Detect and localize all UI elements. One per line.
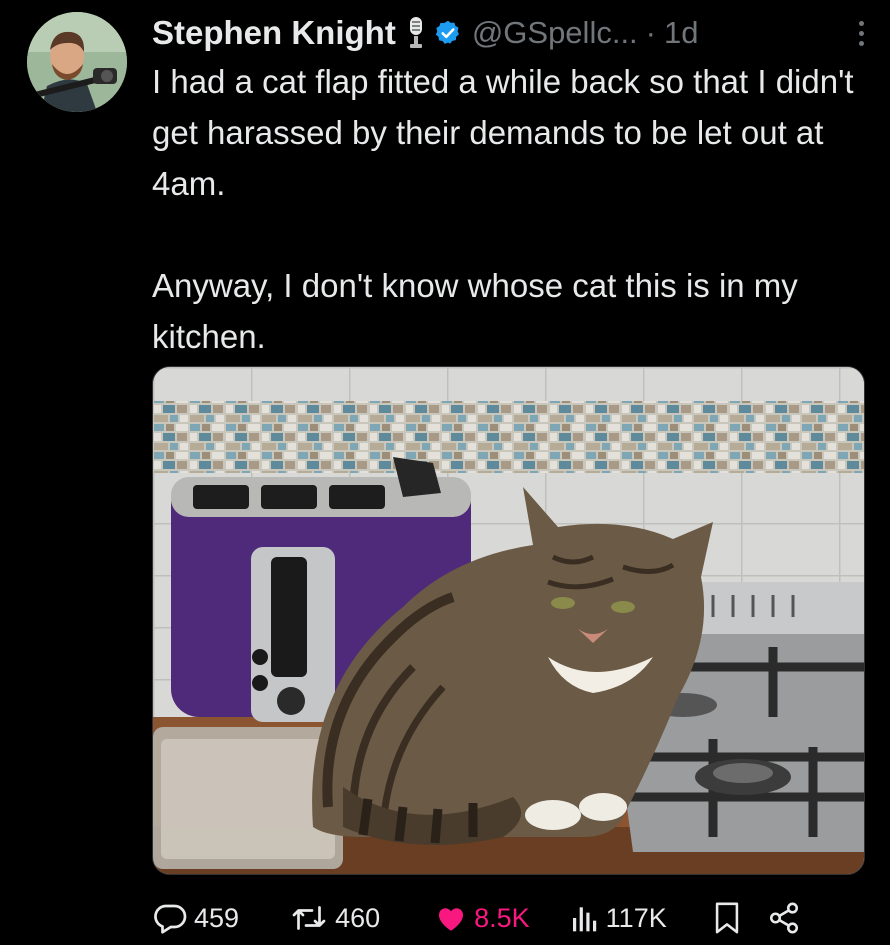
share-button[interactable]	[767, 901, 801, 935]
separator-dot: ·	[645, 15, 656, 50]
tweet-timestamp[interactable]: 1d	[664, 15, 698, 51]
like-count: 8.5K	[474, 902, 530, 933]
tweet-actions: 459 460 8.5K 117K	[152, 893, 852, 943]
author-name[interactable]: Stephen Knight	[152, 14, 396, 52]
more-icon[interactable]	[853, 17, 870, 50]
microphone-icon	[406, 16, 426, 50]
share-icon	[769, 902, 798, 934]
like-button[interactable]: 8.5K	[434, 901, 530, 935]
tweet-photo[interactable]	[152, 366, 865, 875]
views-button[interactable]: 117K	[570, 902, 667, 934]
repost-count: 460	[335, 902, 381, 933]
views-icon	[572, 907, 596, 932]
author-handle[interactable]: @GSpellc...	[472, 15, 638, 51]
reply-button[interactable]: 459	[152, 900, 239, 936]
verified-badge-icon	[434, 19, 462, 47]
reply-count: 459	[194, 902, 240, 933]
tweet-paragraph: Anyway, I don't know whose cat this is i…	[152, 267, 798, 355]
bookmark-button[interactable]	[713, 901, 741, 935]
repost-icon	[292, 906, 326, 930]
views-count: 117K	[605, 902, 667, 933]
bookmark-icon	[715, 902, 738, 934]
author-avatar[interactable]	[27, 12, 127, 112]
tweet-text: I had a cat flap fitted a while back so …	[152, 56, 872, 362]
reply-icon	[154, 904, 187, 934]
heart-icon	[439, 908, 464, 931]
tweet-paragraph: I had a cat flap fitted a while back so …	[152, 63, 854, 202]
tweet-header: Stephen Knight @GSpellc... · 1d	[152, 12, 870, 54]
repost-button[interactable]: 460	[289, 900, 380, 936]
